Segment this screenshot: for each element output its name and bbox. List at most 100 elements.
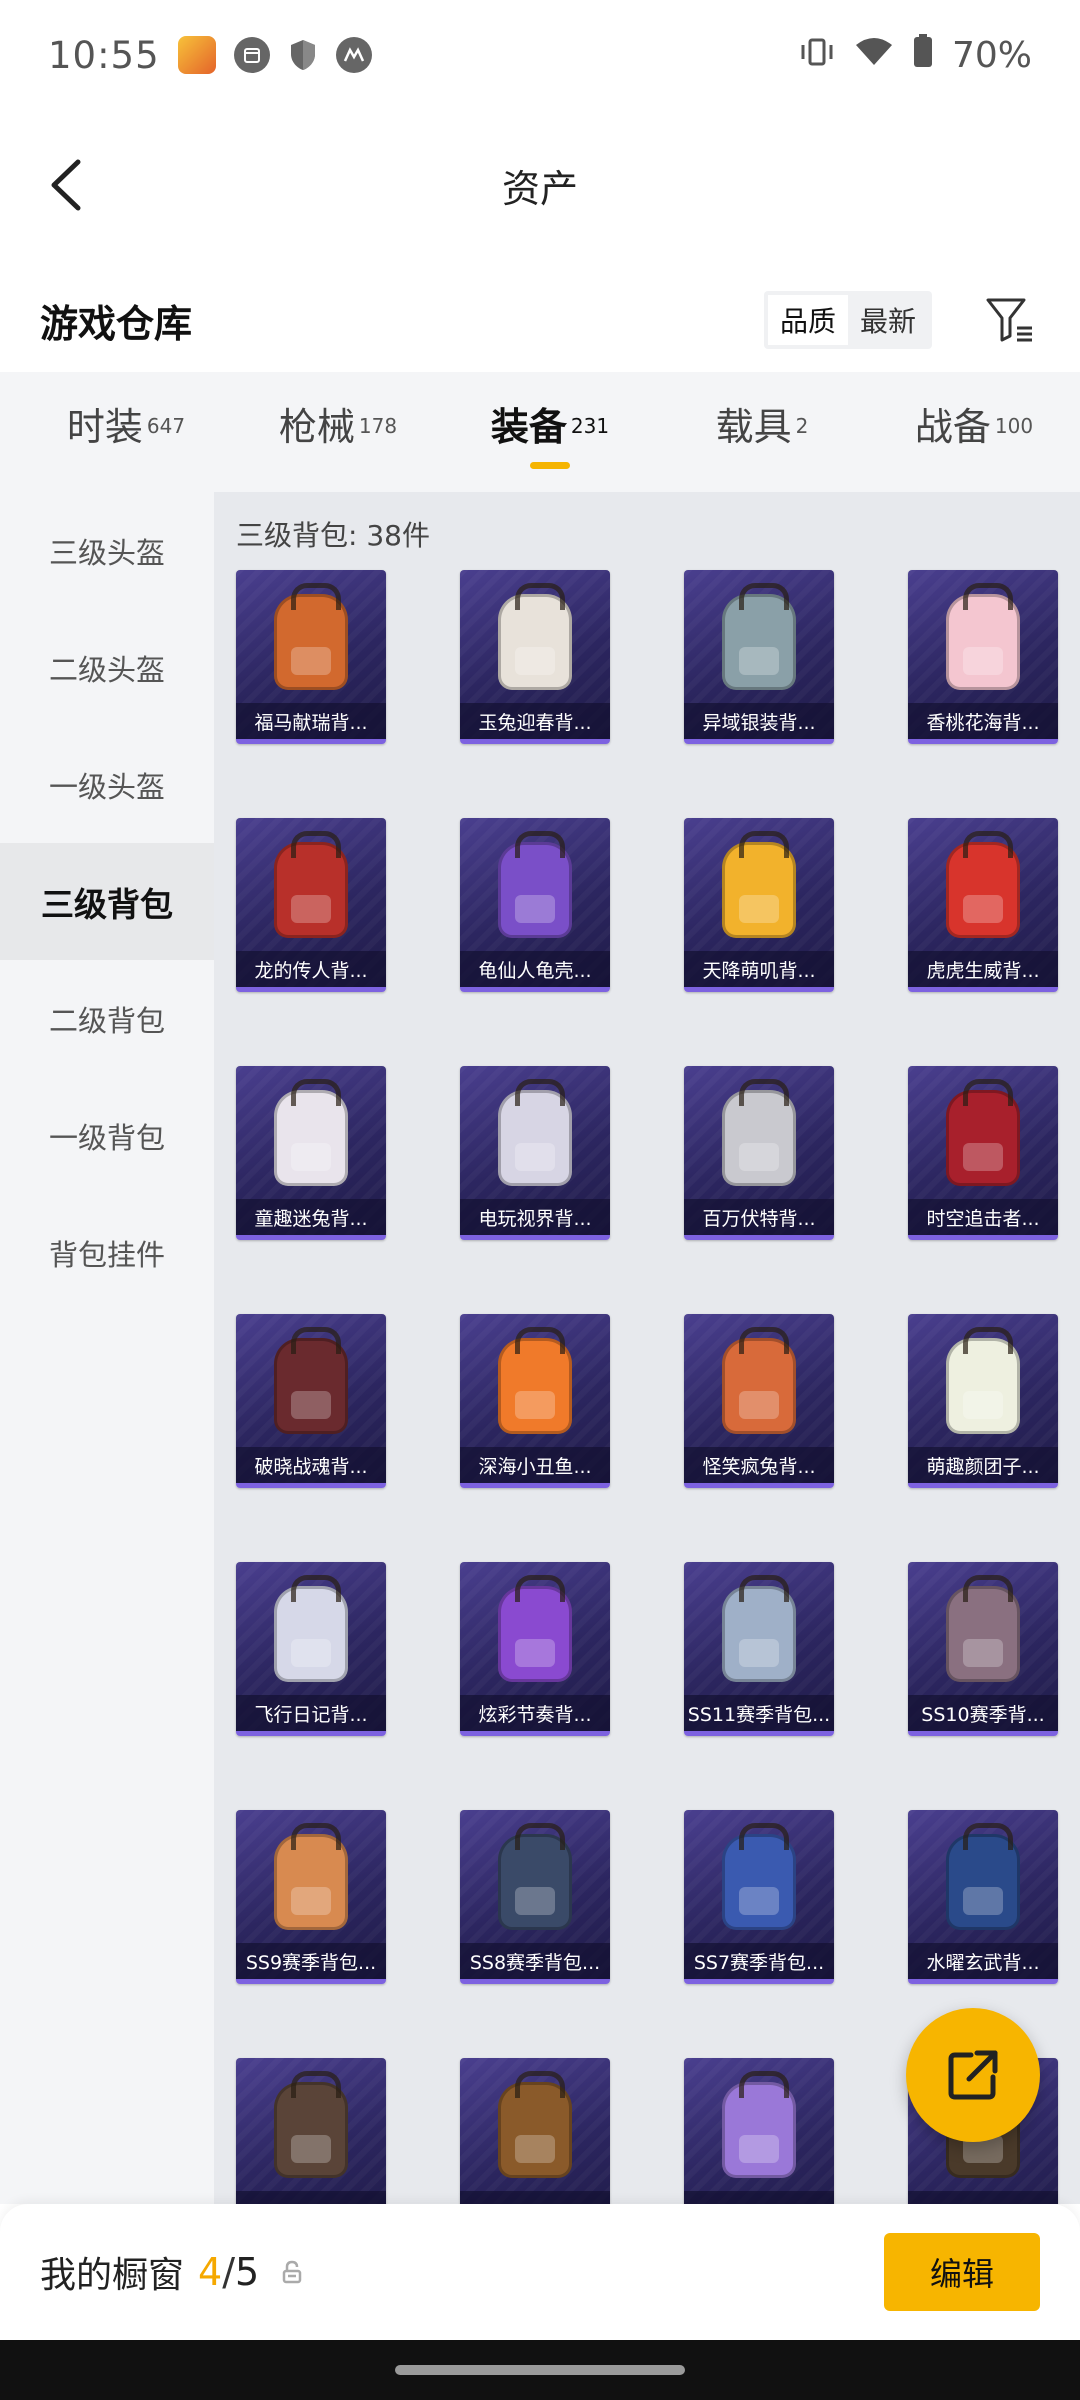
- edit-button[interactable]: 编辑: [884, 2233, 1040, 2311]
- backpack-image: [946, 831, 1020, 938]
- sort-toggle: 品质 最新: [763, 291, 932, 349]
- backpack-card[interactable]: 异域银装背...: [684, 570, 834, 744]
- backpack-name: 童趣迷兔背...: [236, 1199, 386, 1235]
- back-button[interactable]: [30, 150, 100, 220]
- backpack-name: 香桃花海背...: [908, 703, 1058, 739]
- backpack-card[interactable]: 香桃花海背...: [908, 570, 1058, 744]
- backpack-image: [722, 1327, 796, 1434]
- backpack-card[interactable]: 百万伏特背...: [684, 1066, 834, 1240]
- sidebar-item-backpack-pendant[interactable]: 背包挂件: [0, 1194, 214, 1311]
- backpack-image: [498, 1079, 572, 1186]
- backpack-card[interactable]: 童趣迷兔背...: [236, 1066, 386, 1240]
- backpack-card[interactable]: 飞行日记背...: [236, 1562, 386, 1736]
- tab-label: 战备: [914, 404, 991, 449]
- backpack-name: 福马献瑞背...: [236, 703, 386, 739]
- backpack-card[interactable]: SS11赛季背包...: [684, 1562, 834, 1736]
- backpack-card[interactable]: [684, 2058, 834, 2204]
- backpack-name: [908, 2191, 1058, 2204]
- showcase-total: 5: [235, 2250, 260, 2294]
- backpack-card[interactable]: SS10赛季背...: [908, 1562, 1058, 1736]
- backpack-card[interactable]: [460, 2058, 610, 2204]
- backpack-image: [274, 1327, 348, 1434]
- backpack-name: [460, 2191, 610, 2204]
- sort-newest-option[interactable]: 最新: [848, 295, 928, 345]
- tab-vehicles[interactable]: 载具 2: [656, 396, 868, 469]
- sidebar-item-level1-helmet[interactable]: 一级头盔: [0, 726, 214, 843]
- backpack-card[interactable]: 破晓战魂背...: [236, 1314, 386, 1488]
- filter-button[interactable]: [980, 290, 1040, 350]
- backpack-card[interactable]: 水曜玄武背...: [908, 1810, 1058, 1984]
- backpack-name: 怪笑疯兔背...: [684, 1447, 834, 1483]
- sort-quality-option[interactable]: 品质: [767, 295, 848, 345]
- backpack-image: [274, 831, 348, 938]
- sidebar-item-level3-backpack[interactable]: 三级背包: [0, 843, 214, 960]
- backpack-image: [946, 1823, 1020, 1930]
- page-header: 资产: [0, 130, 1080, 240]
- home-gesture-handle[interactable]: [395, 2365, 685, 2375]
- backpack-card[interactable]: 深海小丑鱼...: [460, 1314, 610, 1488]
- tab-firearms[interactable]: 枪械 178: [232, 396, 444, 469]
- backpack-card[interactable]: 天降萌叽背...: [684, 818, 834, 992]
- tab-count: 647: [146, 414, 186, 439]
- tab-count: 2: [795, 414, 809, 439]
- sidebar-item-level3-helmet[interactable]: 三级头盔: [0, 492, 214, 609]
- backpack-name: 萌趣颜团子...: [908, 1447, 1058, 1483]
- tab-label: 载具: [715, 404, 792, 449]
- backpack-image: [274, 1823, 348, 1930]
- game-app-icon: [177, 36, 216, 74]
- backpack-card[interactable]: 时空追击者...: [908, 1066, 1058, 1240]
- backpack-card[interactable]: 福马献瑞背...: [236, 570, 386, 744]
- backpack-image: [498, 2071, 572, 2178]
- share-button[interactable]: [906, 2008, 1040, 2142]
- backpack-card[interactable]: 怪笑疯兔背...: [684, 1314, 834, 1488]
- showcase-current: 4: [198, 2250, 223, 2294]
- backpack-card[interactable]: 虎虎生威背...: [908, 818, 1058, 992]
- status-time: 10:55: [48, 33, 160, 77]
- tab-label: 枪械: [278, 404, 355, 449]
- backpack-image: [498, 1823, 572, 1930]
- backpack-card[interactable]: 萌趣颜团子...: [908, 1314, 1058, 1488]
- item-panel: 三级背包: 38件 福马献瑞背... 玉兔迎春背... 异域银装背... 香桃花海背.…: [214, 492, 1080, 2204]
- tab-equipment[interactable]: 装备 231: [444, 396, 656, 469]
- backpack-image: [722, 2071, 796, 2178]
- backpack-name: 电玩视界背...: [460, 1199, 610, 1235]
- showcase-separator: /: [222, 2250, 236, 2294]
- backpack-name: 龙的传人背...: [236, 951, 386, 987]
- backpack-card[interactable]: SS9赛季背包...: [236, 1810, 386, 1984]
- motorola-icon: [335, 37, 372, 73]
- sidebar-item-level2-backpack[interactable]: 二级背包: [0, 960, 214, 1077]
- tab-supplies[interactable]: 战备 100: [868, 396, 1080, 469]
- backpack-card[interactable]: 龟仙人龟壳...: [460, 818, 610, 992]
- sidebar-item-level2-helmet[interactable]: 二级头盔: [0, 609, 214, 726]
- item-grid: 福马献瑞背... 玉兔迎春背... 异域银装背... 香桃花海背... 龙的传人背...…: [236, 570, 1058, 2204]
- backpack-image: [274, 2071, 348, 2178]
- backpack-card[interactable]: SS7赛季背包...: [684, 1810, 834, 1984]
- tab-fashion[interactable]: 时装 647: [20, 396, 232, 469]
- battery-icon: [912, 33, 934, 78]
- backpack-card[interactable]: 玉兔迎春背...: [460, 570, 610, 744]
- backpack-name: 龟仙人龟壳...: [460, 951, 610, 987]
- backpack-image: [722, 583, 796, 690]
- wifi-icon: [854, 35, 894, 76]
- backpack-image: [722, 1823, 796, 1930]
- lock-icon: [279, 2259, 305, 2285]
- shield-icon: [288, 38, 318, 72]
- backpack-name: SS7赛季背包...: [684, 1943, 834, 1979]
- backpack-card[interactable]: 电玩视界背...: [460, 1066, 610, 1240]
- backpack-name: SS9赛季背包...: [236, 1943, 386, 1979]
- tab-count: 231: [570, 414, 610, 439]
- backpack-image: [722, 1079, 796, 1186]
- share-icon: [948, 2050, 998, 2100]
- backpack-card[interactable]: [236, 2058, 386, 2204]
- chevron-left-icon: [51, 159, 81, 211]
- showcase-bar: 我的橱窗 4/5 编辑: [0, 2204, 1080, 2340]
- sidebar-item-level1-backpack[interactable]: 一级背包: [0, 1077, 214, 1194]
- battery-level: 70%: [951, 34, 1032, 76]
- backpack-name: 飞行日记背...: [236, 1695, 386, 1731]
- backpack-name: SS11赛季背包...: [684, 1695, 834, 1731]
- backpack-card[interactable]: SS8赛季背包...: [460, 1810, 610, 1984]
- backpack-name: [684, 2191, 834, 2204]
- backpack-card[interactable]: 炫彩节奏背...: [460, 1562, 610, 1736]
- backpack-card[interactable]: 龙的传人背...: [236, 818, 386, 992]
- backpack-image: [274, 1575, 348, 1682]
